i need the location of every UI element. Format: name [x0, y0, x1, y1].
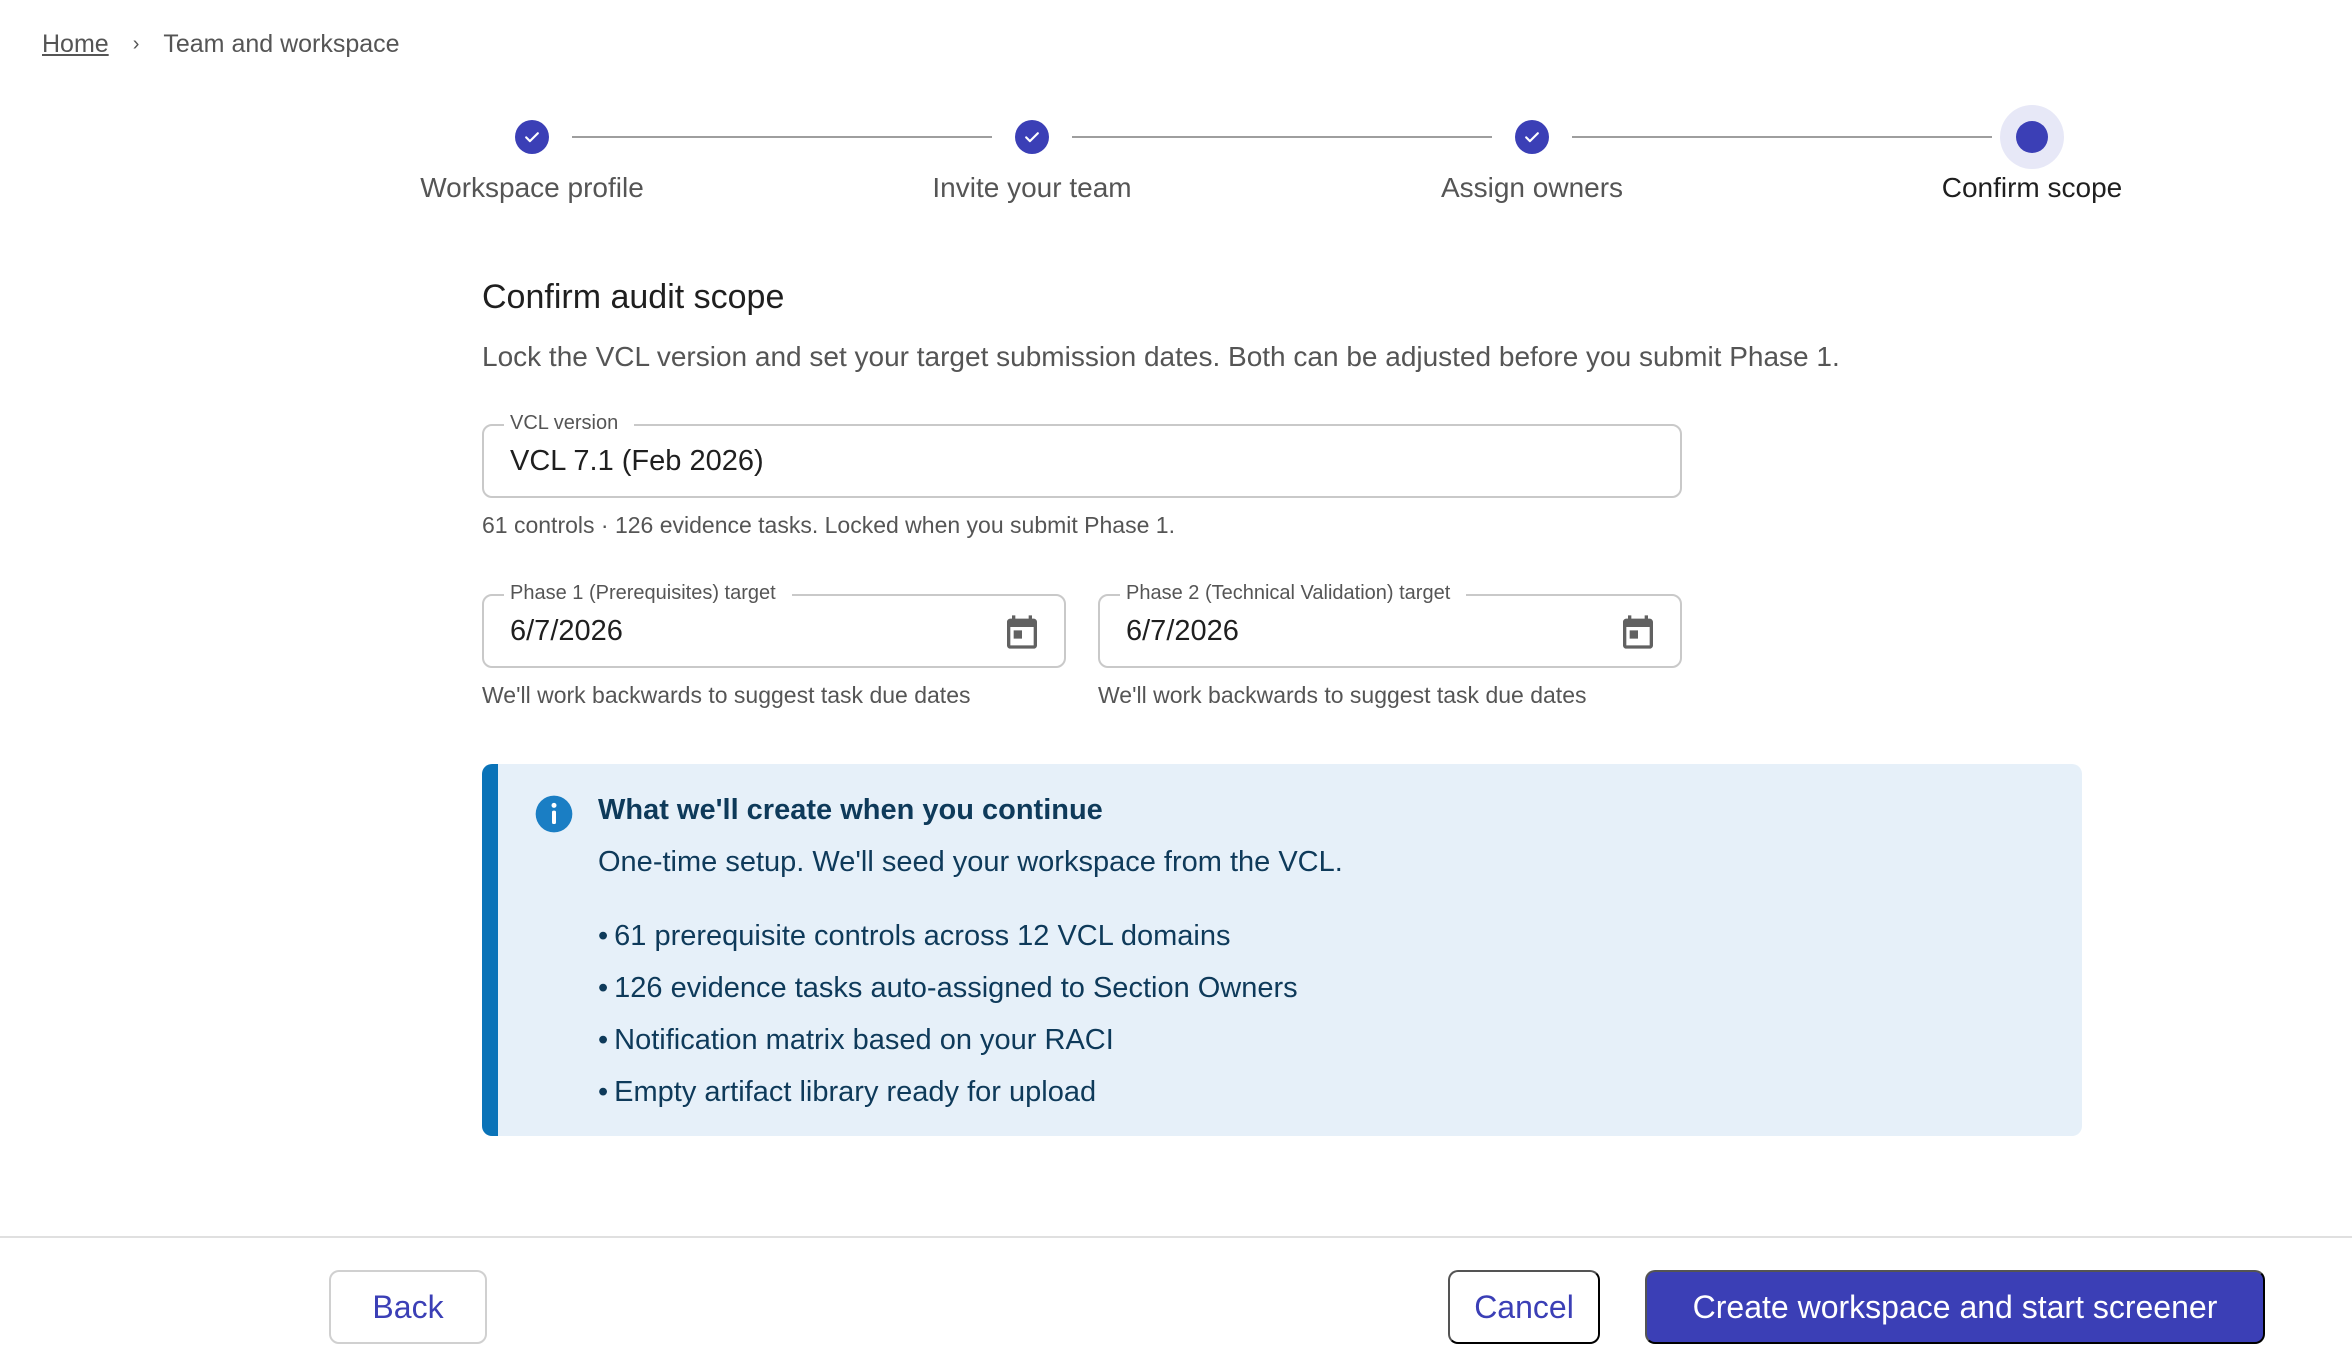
callout-description: One-time setup. We'll seed your workspac…	[598, 846, 1343, 878]
step-label-confirm-scope: Confirm scope	[1941, 172, 2123, 203]
form-header: Confirm audit scope Lock the VCL version…	[482, 278, 2082, 373]
vcl-version-field[interactable]: VCL version VCL 7.1 (Feb 2026)	[482, 412, 1682, 498]
info-icon	[535, 795, 573, 833]
phase2-target-label: Phase 2 (Technical Validation) target	[1120, 582, 1467, 605]
list-item: 61 prerequisite controls across 12 VCL d…	[598, 910, 1298, 962]
list-item: Empty artifact library ready for upload	[598, 1066, 1298, 1118]
step-connector	[1572, 136, 1992, 138]
list-item: 126 evidence tasks auto-assigned to Sect…	[598, 962, 1298, 1014]
step-connector	[1072, 136, 1492, 138]
step-2-complete-check-icon[interactable]	[1015, 120, 1049, 154]
step-3-complete-check-icon[interactable]	[1515, 120, 1549, 154]
page-title: Confirm audit scope	[482, 278, 785, 316]
step-connector	[572, 136, 992, 138]
callout-list: 61 prerequisite controls across 12 VCL d…	[598, 910, 1298, 1118]
callout-accent-bar	[482, 764, 498, 1136]
step-label-invite-team[interactable]: Invite your team	[932, 172, 1131, 204]
phase1-target-label: Phase 1 (Prerequisites) target	[504, 582, 792, 605]
stepper: Workspace profile Invite your team Assig…	[0, 0, 2352, 220]
calendar-icon[interactable]	[1002, 612, 1042, 652]
phase2-target-date-field[interactable]: Phase 2 (Technical Validation) target 6/…	[1098, 582, 1682, 668]
vcl-version-value[interactable]: VCL 7.1 (Feb 2026)	[510, 445, 764, 478]
list-item: Notification matrix based on your RACI	[598, 1014, 1298, 1066]
back-button[interactable]: Back	[329, 1270, 487, 1344]
vcl-version-label: VCL version	[504, 412, 635, 435]
calendar-icon[interactable]	[1618, 612, 1658, 652]
step-4-active-dot	[2016, 121, 2048, 153]
phase1-target-helper: We'll work backwards to suggest task due…	[482, 682, 971, 708]
cancel-button[interactable]: Cancel	[1448, 1270, 1600, 1344]
callout-heading: What we'll create when you continue	[598, 794, 1103, 826]
phase1-target-value[interactable]: 6/7/2026	[510, 615, 623, 648]
phase2-target-helper: We'll work backwards to suggest task due…	[1098, 682, 1587, 708]
page-subtitle: Lock the VCL version and set your target…	[482, 341, 1840, 372]
step-1-complete-check-icon[interactable]	[515, 120, 549, 154]
vcl-version-helper: 61 controls · 126 evidence tasks. Locked…	[482, 512, 1175, 538]
footer-divider	[0, 1236, 2352, 1238]
create-workspace-button[interactable]: Create workspace and start screener	[1645, 1270, 2265, 1344]
step-label-assign-owners[interactable]: Assign owners	[1441, 172, 1623, 204]
phase1-target-date-field[interactable]: Phase 1 (Prerequisites) target 6/7/2026	[482, 582, 1066, 668]
phase2-target-value[interactable]: 6/7/2026	[1126, 615, 1239, 648]
step-label-workspace-profile[interactable]: Workspace profile	[420, 172, 644, 204]
info-callout: What we'll create when you continue One-…	[482, 764, 2082, 1136]
